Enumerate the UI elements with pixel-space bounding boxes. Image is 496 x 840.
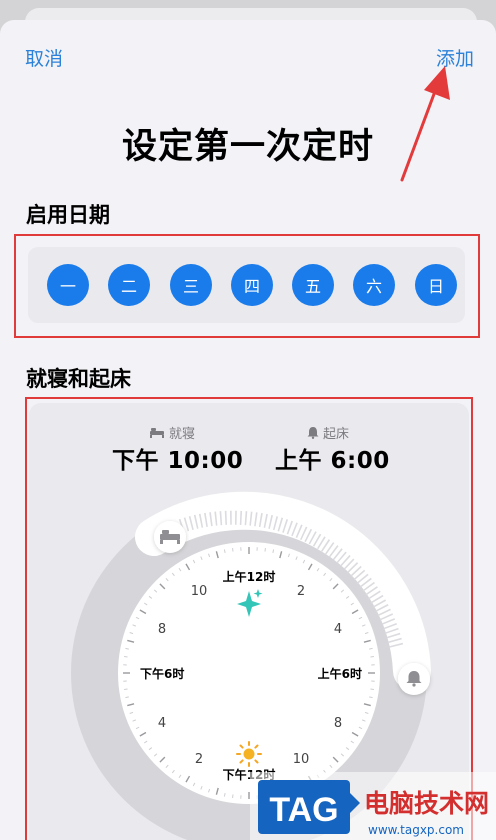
clock-tick [223, 793, 226, 797]
clock-label-right: 上午6时 [318, 666, 362, 681]
hour-label-2-top: 2 [297, 584, 305, 599]
day-wed-button[interactable]: 三 [170, 264, 212, 306]
hour-label-10-top: 10 [191, 584, 208, 599]
day-tue-button[interactable]: 二 [108, 264, 150, 306]
clock-label-top: 上午12时 [223, 569, 276, 584]
hour-label-10-bottom: 10 [293, 752, 310, 767]
sleep-highlight-box: 就寝 下午 10:00 起床 上午 6:00 上午12时 下午12时 下午6时 … [25, 397, 473, 840]
clock-tick [223, 549, 226, 553]
sleep-section-label: 就寝和起床 [26, 367, 131, 391]
days-section-label: 启用日期 [26, 203, 110, 227]
clock-tick [125, 647, 129, 650]
clock-tick [272, 793, 275, 797]
day-thu-button[interactable]: 四 [231, 264, 273, 306]
page-title: 设定第一次定时 [121, 127, 374, 167]
day-fri-button[interactable]: 五 [292, 264, 334, 306]
days-selector: 一 二 三 四 五 六 日 [28, 247, 465, 323]
day-mon-button[interactable]: 一 [47, 264, 89, 306]
clock-tick [125, 696, 129, 699]
clock-tick [272, 549, 275, 553]
clock-tick [369, 696, 373, 699]
cancel-button[interactable]: 取消 [25, 44, 63, 71]
clock-label-left: 下午6时 [140, 666, 184, 681]
sleep-clock: 上午12时 下午12时 下午6时 上午6时 2 4 8 10 2 4 8 10 [71, 491, 431, 840]
clock-label-bottom: 下午12时 [223, 767, 276, 782]
hour-label-2-bottom: 2 [195, 752, 203, 767]
hour-label-4-bottom: 4 [158, 716, 166, 731]
day-sun-button[interactable]: 日 [415, 264, 457, 306]
clock-tick [369, 647, 373, 650]
day-sat-button[interactable]: 六 [353, 264, 395, 306]
hour-label-8-bottom: 8 [334, 716, 342, 731]
hour-label-8-top: 8 [158, 622, 166, 637]
sun-icon [236, 741, 262, 767]
sleep-schedule-panel: 就寝 下午 10:00 起床 上午 6:00 上午12时 下午12时 下午6时 … [29, 403, 469, 840]
hour-label-4-top: 4 [334, 622, 342, 637]
days-highlight-box: 一 二 三 四 五 六 日 [14, 234, 480, 338]
